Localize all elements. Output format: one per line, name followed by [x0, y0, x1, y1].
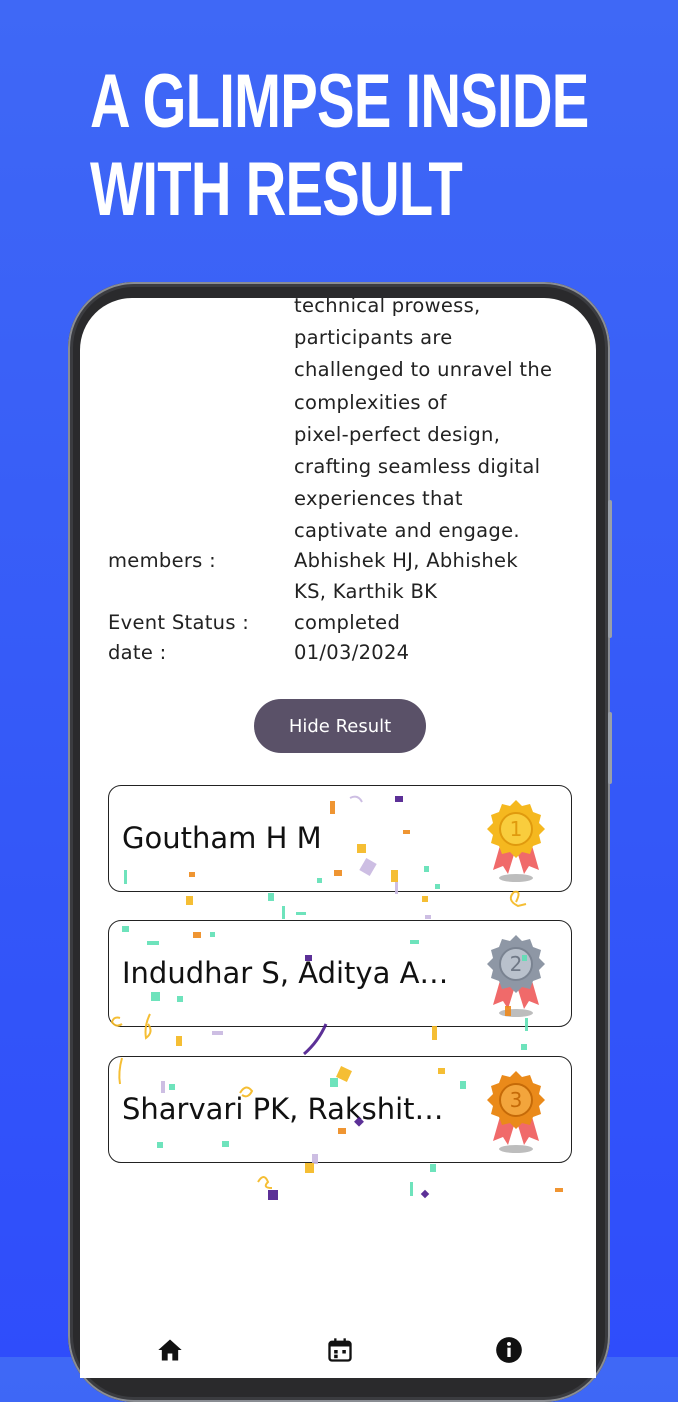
bronze-medal-icon: 3: [487, 1071, 545, 1153]
medal-place-number: 1: [510, 817, 523, 841]
winner-name: Sharvari PK, Rakshit…: [122, 1092, 444, 1126]
phone-side-button: [608, 500, 612, 638]
description-line: pixel-perfect design,: [294, 422, 501, 446]
hide-result-button[interactable]: Hide Result: [254, 699, 426, 753]
description-line: complexities of: [294, 390, 447, 414]
status-value: completed: [294, 611, 401, 634]
members-value: Abhishek HJ, Abhishek KS, Karthik BK: [294, 545, 518, 607]
headline-line-1: A GLIMPSE INSIDE: [90, 59, 589, 144]
members-label: members :: [108, 549, 217, 572]
gold-medal-icon: 1: [487, 800, 545, 882]
winner-name: Indudhar S, Aditya A…: [122, 956, 449, 990]
home-icon[interactable]: [156, 1336, 184, 1364]
description-line: challenged to unravel the: [294, 358, 553, 382]
description-line: crafting seamless digital: [294, 455, 541, 479]
description-line: captivate and engage.: [294, 519, 520, 543]
description-line: experiences that: [294, 487, 463, 511]
bottom-navigation: [80, 1318, 596, 1378]
result-card-third[interactable]: Sharvari PK, Rakshit… 3: [108, 1056, 572, 1163]
result-card-first[interactable]: Goutham H M 1: [108, 785, 572, 892]
description-line: technical prowess,: [294, 298, 481, 317]
medal-place-number: 3: [510, 1088, 523, 1112]
silver-medal-icon: 2: [487, 935, 545, 1017]
members-line: Abhishek HJ, Abhishek: [294, 549, 518, 572]
date-label: date :: [108, 641, 167, 664]
winner-name: Goutham H M: [122, 821, 322, 855]
headline: A GLIMPSE INSIDE WITH RESULT: [90, 58, 589, 234]
app-screen: technical prowess, participants are chal…: [80, 298, 596, 1378]
result-card-second[interactable]: Indudhar S, Aditya A… 2: [108, 920, 572, 1027]
headline-line-2: WITH RESULT: [90, 147, 463, 232]
phone-side-button: [608, 712, 612, 784]
event-description: technical prowess, participants are chal…: [294, 298, 594, 548]
date-value: 01/03/2024: [294, 641, 410, 664]
info-icon[interactable]: [495, 1336, 523, 1364]
status-label: Event Status :: [108, 611, 250, 634]
description-line: participants are: [294, 326, 453, 350]
calendar-icon[interactable]: [326, 1336, 354, 1364]
members-line: KS, Karthik BK: [294, 580, 438, 603]
medal-place-number: 2: [510, 952, 523, 976]
